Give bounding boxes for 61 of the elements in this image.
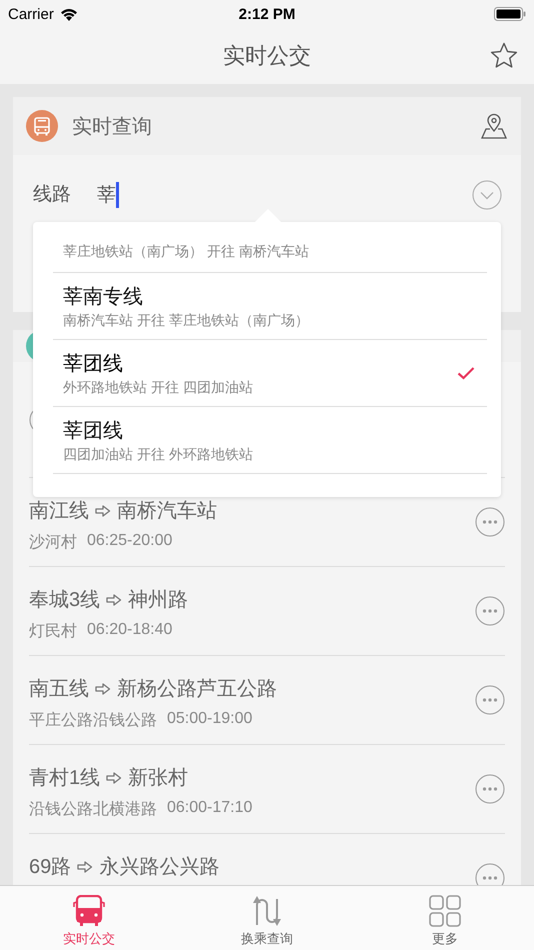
checkmark-icon <box>457 366 475 380</box>
clock-time: 2:12 PM <box>238 6 296 22</box>
route-direction: 南桥汽车站 开往 莘庄地铁站（南广场） <box>63 312 309 330</box>
suggestion-item[interactable]: 莘庄地铁站（南广场） 开往 南桥汽车站 <box>53 222 487 273</box>
route-row[interactable]: 南五线 新杨公路芦五公路 平庄公路沿钱公路 05:00-19:00 <box>29 656 505 745</box>
arrow-right-icon <box>106 594 122 606</box>
star-icon[interactable] <box>490 42 518 69</box>
route-name: 莘南专线 <box>63 284 144 310</box>
route-destination: 永兴路公兴路 <box>99 855 220 880</box>
route-destination: 神州路 <box>128 588 188 613</box>
route-name: 莘团线 <box>63 352 124 376</box>
arrow-right-icon <box>95 504 111 516</box>
battery-icon <box>494 7 526 21</box>
grid-icon <box>429 895 461 927</box>
route-name: 莘团线 <box>63 418 124 444</box>
bus-icon <box>72 895 106 927</box>
route-line: 南五线 <box>29 677 89 702</box>
tab-item[interactable]: 更多 <box>356 886 534 950</box>
stop-name: 灯民村 <box>29 622 77 642</box>
screen-title: 实时公交 <box>223 42 311 70</box>
route-direction: 莘庄地铁站（南广场） 开往 南桥汽车站 <box>63 242 309 260</box>
arrow-right-icon <box>77 860 94 872</box>
route-row[interactable]: 青村1线 新张村 沿钱公路北横港路 06:00-17:10 <box>29 745 505 834</box>
route-destination: 新张村 <box>128 766 188 791</box>
arrow-right-icon <box>106 772 122 784</box>
card-title: 实时查询 <box>72 114 153 140</box>
wifi-icon <box>60 8 78 20</box>
service-hours: 06:00-17:10 <box>167 799 252 818</box>
route-line: 青村1线 <box>29 766 100 791</box>
route-line: 69路 <box>29 855 72 880</box>
more-icon[interactable] <box>475 774 505 804</box>
field-label: 线路 <box>33 183 72 207</box>
tab-item[interactable]: 实时公交 <box>0 886 178 950</box>
route-direction: 四团加油站 开往 外环路地铁站 <box>63 446 253 464</box>
route-line: 南江线 <box>29 499 89 524</box>
route-line: 奉城3线 <box>29 588 100 613</box>
route-destination: 南桥汽车站 <box>117 499 217 524</box>
suggestion-item[interactable]: 莘团线 外环路地铁站 开往 四团加油站 <box>53 340 487 407</box>
route-row[interactable]: 奉城3线 神州路 灯民村 06:20-18:40 <box>29 567 505 656</box>
chevron-down-icon[interactable] <box>472 180 502 210</box>
location-pin-icon[interactable] <box>480 112 508 140</box>
suggestion-item[interactable]: 莘南专线 南桥汽车站 开往 莘庄地铁站（南广场） <box>53 273 487 340</box>
carrier-name: Carrier <box>8 6 54 22</box>
service-hours: 06:20-18:40 <box>87 621 172 640</box>
more-icon[interactable] <box>475 863 505 885</box>
stop-name: 平庄公路沿钱公路 <box>29 710 157 731</box>
service-hours: 06:25-20:00 <box>87 532 172 551</box>
suggestion-item[interactable]: 莘团线 四团加油站 开往 外环路地铁站 <box>53 407 487 474</box>
route-direction: 外环路地铁站 开往 四团加油站 <box>63 378 253 396</box>
route-input-field[interactable]: 莘 <box>97 180 472 210</box>
transfer-arrows-icon <box>250 895 284 927</box>
tab-item[interactable]: 换乘查询 <box>178 886 356 950</box>
route-destination: 新杨公路芦五公路 <box>117 677 277 702</box>
bus-icon <box>26 110 58 142</box>
arrow-right-icon <box>95 682 111 694</box>
service-hours: 05:00-19:00 <box>167 710 252 729</box>
more-icon[interactable] <box>475 596 505 626</box>
more-icon[interactable] <box>475 507 505 537</box>
stop-name: 沙河村 <box>29 532 77 553</box>
more-icon[interactable] <box>475 685 505 715</box>
stop-name: 沿钱公路北横港路 <box>29 800 157 820</box>
